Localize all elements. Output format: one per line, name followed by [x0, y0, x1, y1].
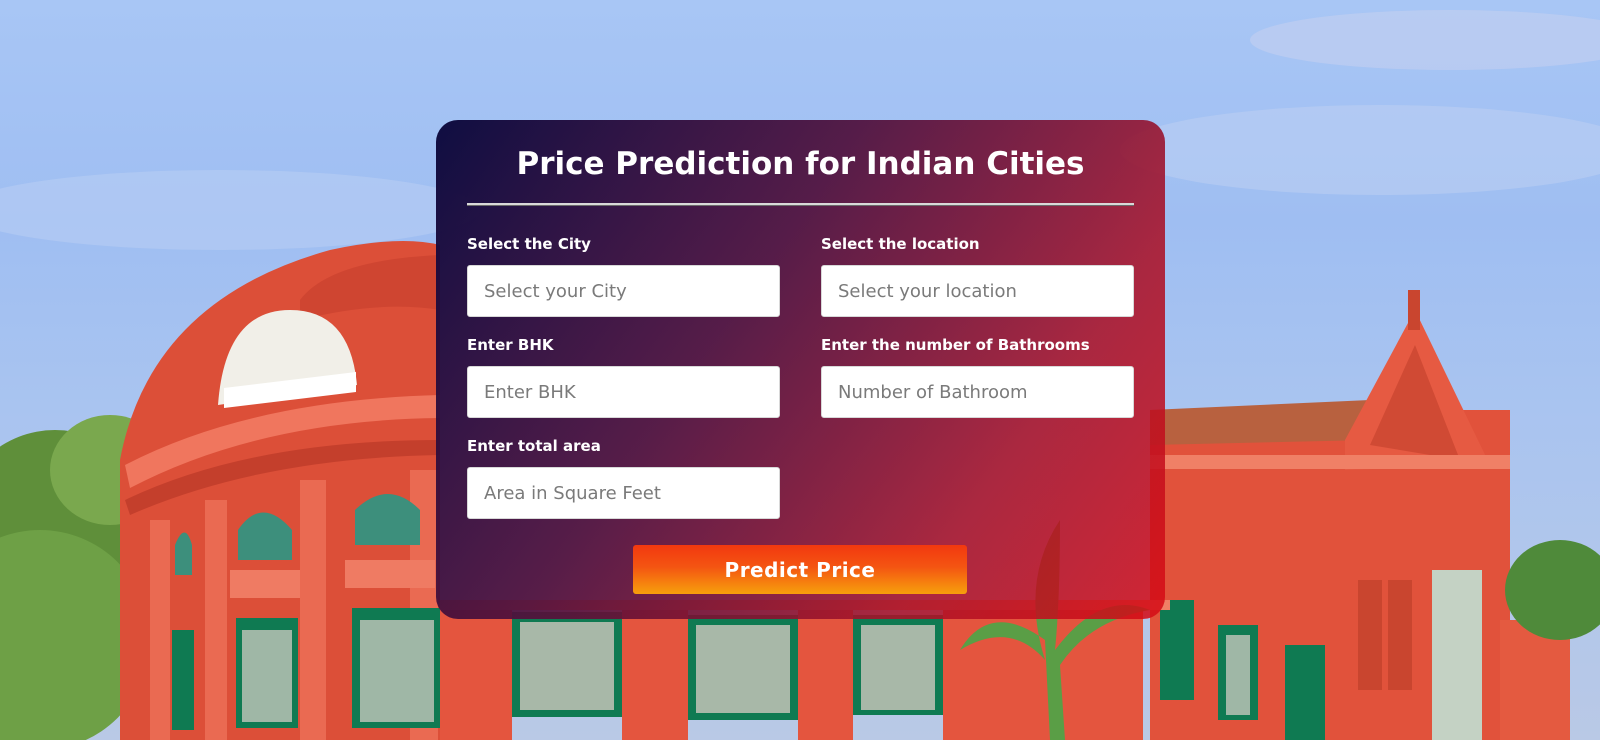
bhk-field-group: Enter BHK — [467, 336, 780, 418]
city-field-group: Select the City — [467, 235, 780, 317]
title-divider — [467, 203, 1134, 206]
location-label: Select the location — [821, 235, 980, 253]
bathrooms-label: Enter the number of Bathrooms — [821, 336, 1090, 354]
location-field-group: Select the location — [821, 235, 1134, 317]
bathrooms-field-group: Enter the number of Bathrooms — [821, 336, 1134, 418]
bhk-label: Enter BHK — [467, 336, 554, 354]
city-label: Select the City — [467, 235, 591, 253]
predict-price-button[interactable]: Predict Price — [633, 545, 967, 594]
page-title: Price Prediction for Indian Cities — [516, 146, 1085, 182]
area-label: Enter total area — [467, 437, 601, 455]
prediction-form-card: Price Prediction for Indian Cities Selec… — [436, 120, 1165, 619]
city-input[interactable] — [467, 265, 780, 317]
bhk-input[interactable] — [467, 366, 780, 418]
location-input[interactable] — [821, 265, 1134, 317]
area-input[interactable] — [467, 467, 780, 519]
bathrooms-input[interactable] — [821, 366, 1134, 418]
area-field-group: Enter total area — [467, 437, 780, 519]
